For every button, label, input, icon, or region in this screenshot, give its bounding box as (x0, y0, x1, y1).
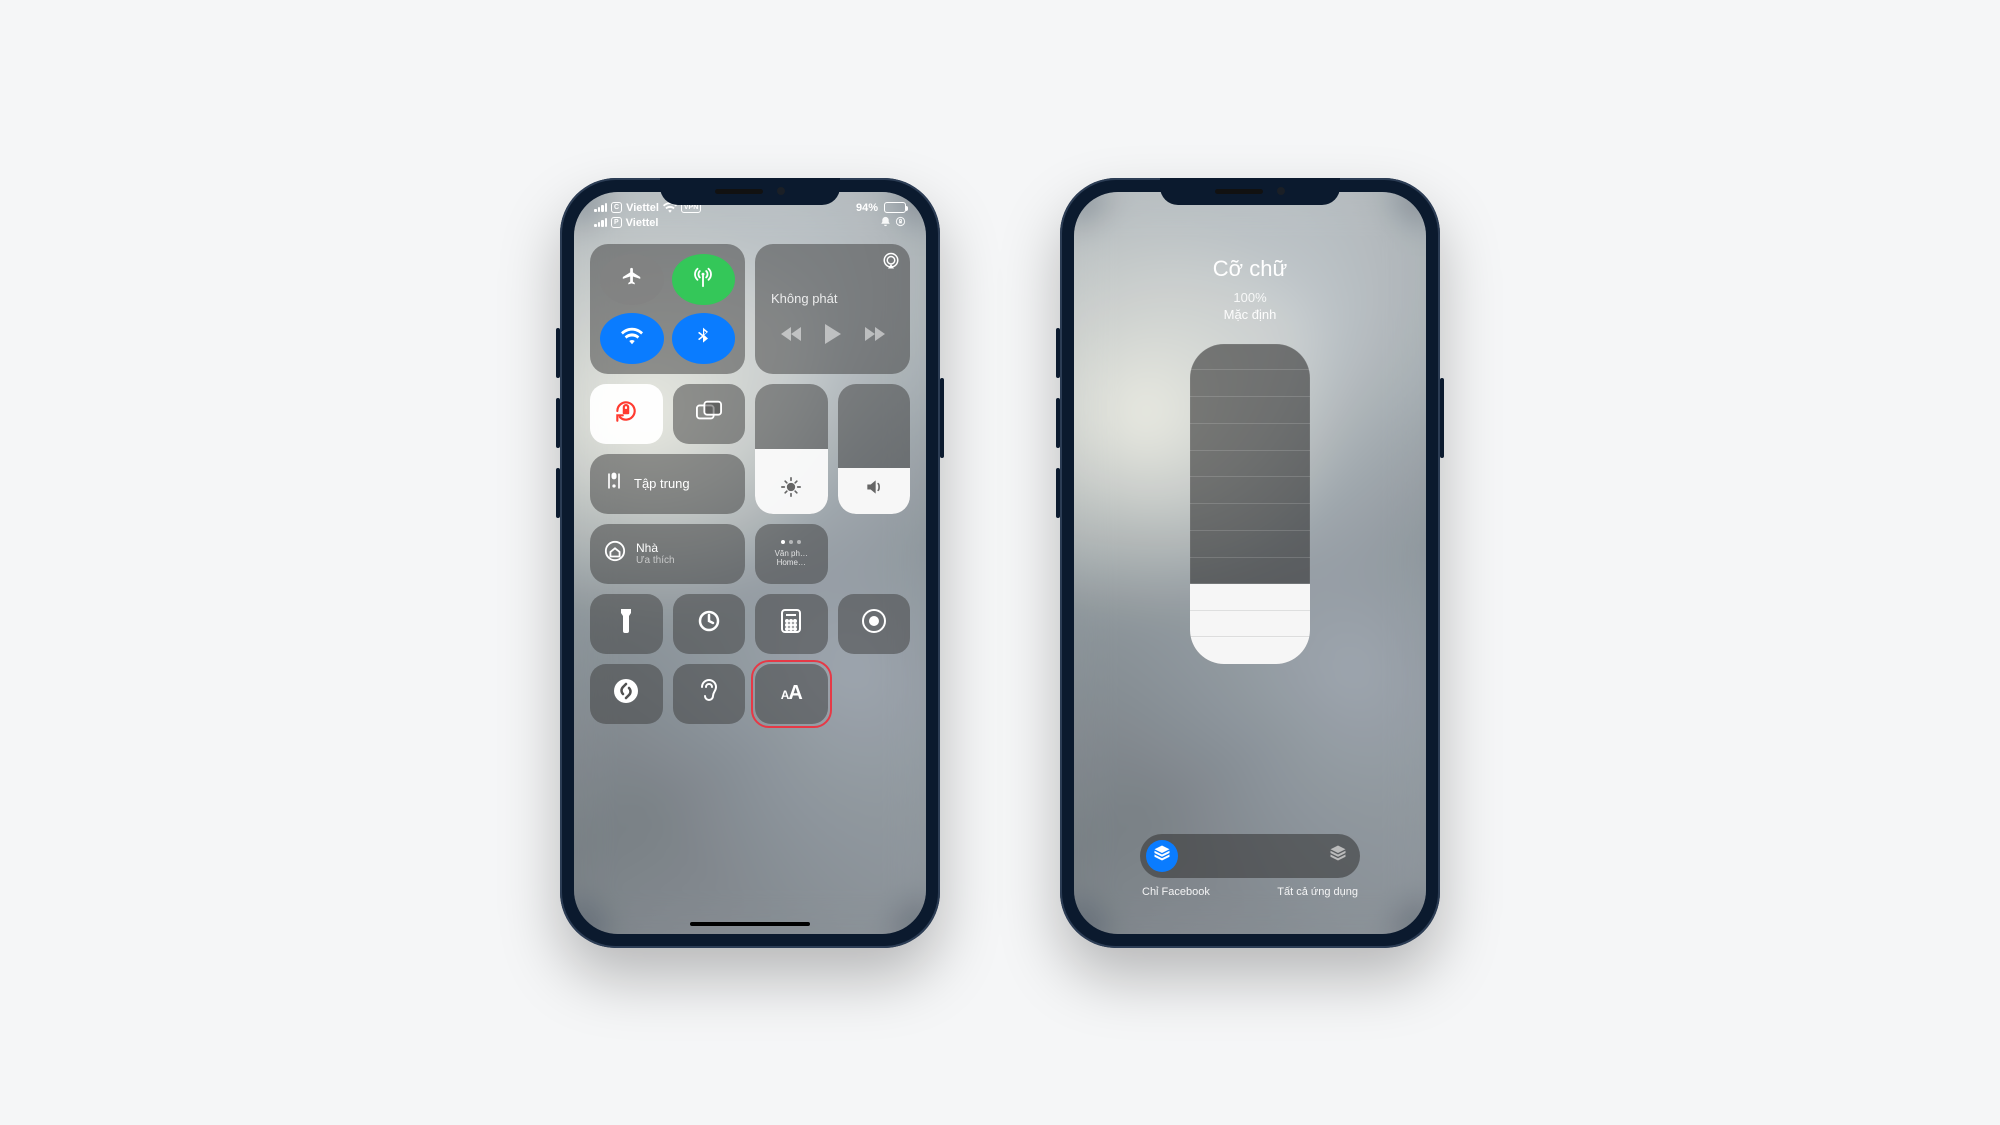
airplane-mode-toggle[interactable] (600, 254, 664, 305)
timer-button[interactable] (673, 594, 746, 654)
flashlight-button[interactable] (590, 594, 663, 654)
battery-icon (884, 202, 906, 213)
app-layers-icon (1153, 844, 1171, 867)
scope-only-label: Chỉ Facebook (1142, 886, 1210, 898)
bluetooth-icon (693, 325, 713, 352)
cellular-data-toggle[interactable] (672, 254, 736, 305)
control-center-grid: Không phát (574, 232, 926, 740)
alarm-icon (880, 216, 891, 230)
orientation-lock-icon (613, 398, 639, 429)
phone-text-size: Cỡ chữ 100% Mặc định (1060, 178, 1440, 948)
signal-bars-icon (594, 218, 607, 227)
cellular-antenna-icon (692, 266, 714, 293)
carrier1-name: Viettel (626, 202, 659, 214)
focus-button[interactable]: Tập trung (590, 454, 745, 514)
flashlight-icon (618, 609, 634, 638)
shazam-button[interactable] (590, 664, 663, 724)
text-size-button[interactable]: AA (755, 664, 828, 724)
carrier2-name: Viettel (626, 217, 659, 229)
airplane-icon (621, 266, 643, 293)
home-icon (604, 540, 626, 567)
volume-icon (864, 477, 884, 502)
media-module[interactable]: Không phát (755, 244, 910, 374)
scope-toggle[interactable] (1140, 834, 1360, 878)
text-size-icon: AA (781, 682, 802, 705)
wifi-icon (621, 327, 643, 350)
media-title: Không phát (771, 291, 838, 306)
hearing-icon (698, 678, 720, 709)
screen-record-icon (861, 608, 887, 639)
shazam-icon (613, 678, 639, 709)
focus-label: Tập trung (634, 476, 690, 491)
play-button[interactable] (825, 324, 841, 344)
scope-only-app-button[interactable] (1146, 840, 1178, 872)
screen-mirroring-icon (696, 400, 722, 427)
home-scene-button[interactable]: Văn ph… Home… (755, 524, 828, 584)
rewind-button[interactable] (781, 327, 801, 341)
signal-bars-icon (594, 203, 607, 212)
orientation-lock-toggle[interactable] (590, 384, 663, 444)
calculator-button[interactable] (755, 594, 828, 654)
brightness-slider[interactable] (755, 384, 828, 514)
scope-all-label: Tất cả ứng dụng (1277, 886, 1358, 898)
phone-notch (1160, 178, 1340, 205)
calculator-icon (781, 609, 801, 638)
orientation-lock-mini-icon (895, 216, 906, 230)
text-size-slider[interactable] (1190, 344, 1310, 664)
focus-icon (604, 471, 624, 496)
screen-text-size: Cỡ chữ 100% Mặc định (1074, 192, 1426, 934)
sim1-badge: C (611, 202, 622, 213)
text-size-default-label: Mặc định (1224, 307, 1277, 322)
home-scene-label: Văn ph… Home… (760, 549, 823, 567)
battery-text: 94% (856, 202, 878, 214)
connectivity-module[interactable] (590, 244, 745, 374)
text-size-percent: 100% (1233, 290, 1266, 305)
all-layers-icon (1329, 844, 1347, 867)
text-size-title: Cỡ chữ (1213, 256, 1287, 282)
forward-button[interactable] (865, 327, 885, 341)
volume-slider[interactable] (838, 384, 911, 514)
timer-icon (697, 609, 721, 638)
phone-notch (660, 178, 840, 205)
screen-mirroring-button[interactable] (673, 384, 746, 444)
screen-control-center: C Viettel VPN 94% (574, 192, 926, 934)
bluetooth-toggle[interactable] (672, 313, 736, 364)
airplay-icon[interactable] (882, 252, 900, 275)
wifi-toggle[interactable] (600, 313, 664, 364)
sim2-badge: P (611, 217, 622, 228)
comparison-canvas: C Viettel VPN 94% (0, 0, 2000, 1125)
brightness-icon (781, 477, 801, 502)
home-title: Nhà (636, 541, 675, 555)
phone-control-center: C Viettel VPN 94% (560, 178, 940, 948)
home-button[interactable]: Nhà Ưa thích (590, 524, 745, 584)
home-subtitle: Ưa thích (636, 555, 675, 566)
hearing-button[interactable] (673, 664, 746, 724)
screen-record-button[interactable] (838, 594, 911, 654)
scope-all-apps-button[interactable] (1322, 840, 1354, 872)
home-indicator[interactable] (690, 922, 810, 926)
